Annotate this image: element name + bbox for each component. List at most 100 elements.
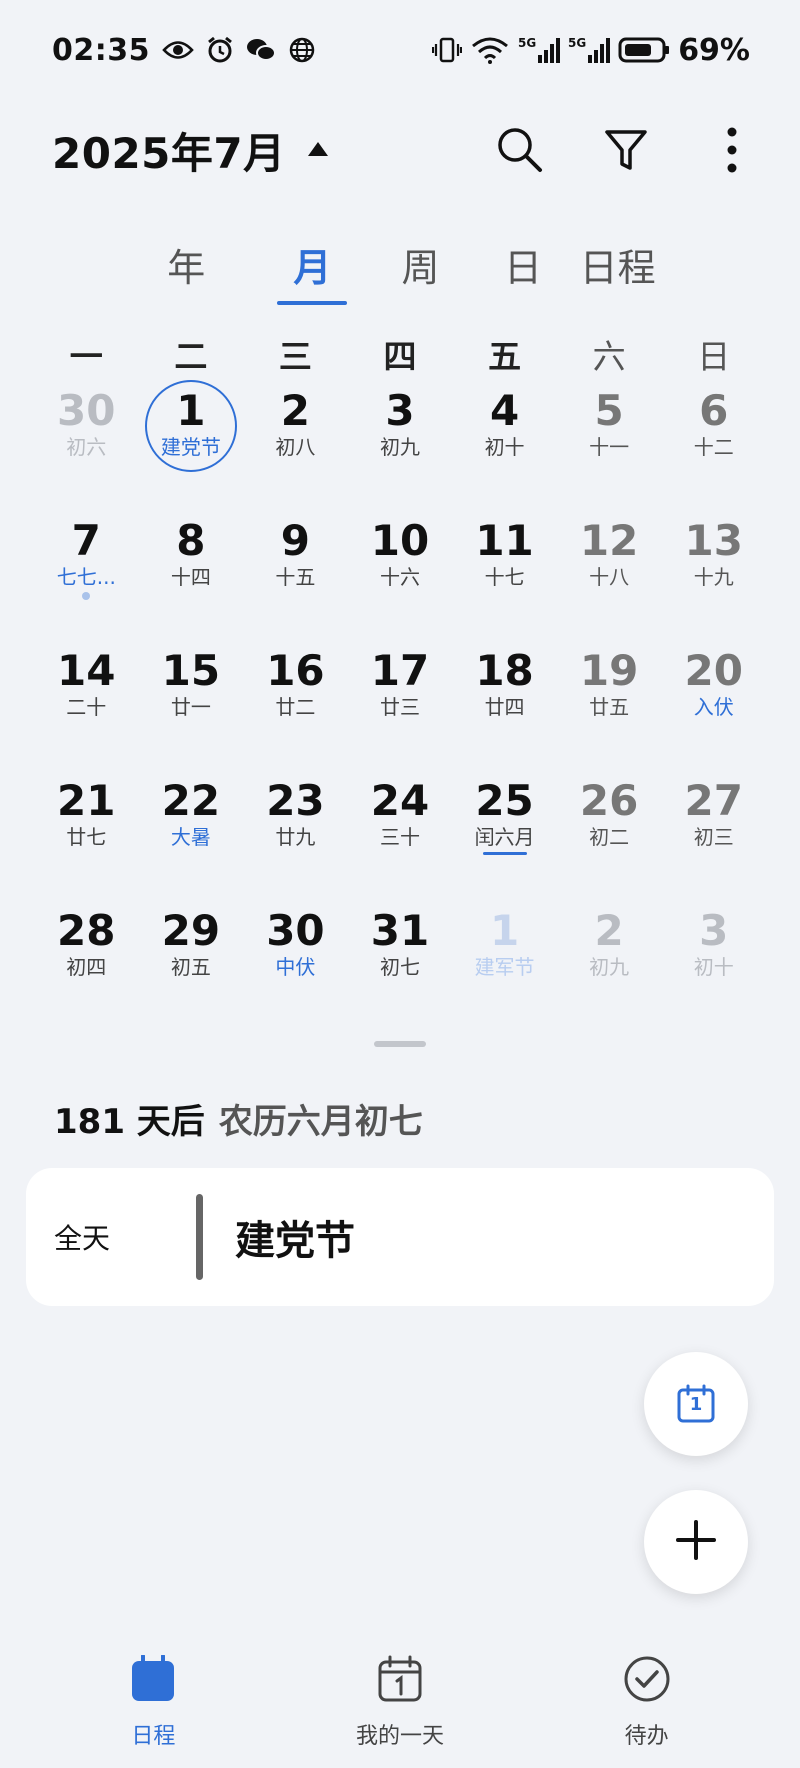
day-cell[interactable]: 1 建军节	[452, 902, 557, 1032]
tab-year[interactable]: 年	[150, 235, 222, 311]
day-cell[interactable]: 21 廿七	[34, 772, 139, 902]
day-lunar-label: 十四	[170, 565, 211, 589]
lunar-date-text: 农历六月初七	[218, 1102, 423, 1142]
day-number: 28	[57, 906, 116, 955]
nav-todo[interactable]: 待办	[523, 1648, 770, 1758]
day-cell[interactable]: 23 廿九	[243, 772, 348, 902]
event-title: 建党节	[235, 1218, 355, 1264]
day-cell[interactable]: 18 廿四	[452, 642, 557, 772]
day-cell[interactable]: 25 闰六月	[452, 772, 557, 902]
day-number: 14	[57, 646, 116, 695]
day-lunar-label: 初九	[589, 955, 630, 979]
day-number: 16	[266, 646, 325, 695]
event-dot	[82, 592, 91, 600]
day-cell[interactable]: 20 入伏	[661, 642, 766, 772]
signal-5g-icon-2: 5G	[568, 35, 611, 65]
day-lunar-label: 十七	[484, 565, 525, 589]
day-cell[interactable]: 17 廿三	[348, 642, 453, 772]
day-number: 29	[161, 906, 221, 955]
day-cell[interactable]: 28 初四	[34, 902, 139, 1032]
day-number: 15	[161, 646, 221, 695]
day-cell[interactable]: 19 廿五	[557, 642, 662, 772]
day-number: 17	[370, 646, 430, 695]
day-lunar-label: 建军节	[474, 955, 535, 979]
search-icon[interactable]	[492, 122, 548, 178]
day-lunar-label: 廿五	[589, 695, 630, 719]
day-lunar-label: 十五	[275, 565, 316, 589]
filter-icon[interactable]	[598, 122, 654, 178]
day-number: 2	[280, 386, 311, 435]
battery-icon	[618, 36, 670, 64]
day-number: 2	[594, 906, 624, 955]
weekday-label: 三	[278, 337, 312, 376]
day-cell[interactable]: 22 大暑	[139, 772, 244, 902]
day-cell[interactable]: 30 初六	[34, 382, 139, 512]
wechat-icon	[246, 37, 276, 63]
day-lunar-label: 七七...	[56, 565, 116, 589]
bottom-nav: 日程 我的一天 待办	[0, 1648, 800, 1758]
nav-agenda[interactable]: 日程	[30, 1648, 277, 1758]
day-cell[interactable]: 29 初五	[139, 902, 244, 1032]
day-number: 7	[71, 516, 101, 565]
day-cell[interactable]: 6 十二	[661, 382, 766, 512]
day-lunar-label: 初八	[275, 435, 316, 459]
day-lunar-label: 三十	[379, 825, 420, 849]
day-cell[interactable]: 27 初三	[661, 772, 766, 902]
day-number: 13	[684, 516, 743, 565]
day-cell[interactable]: 13 十九	[661, 512, 766, 642]
weekday-header: 一 二 三 四 五 六 日	[34, 330, 766, 378]
day-cell[interactable]: 8 十四	[139, 512, 244, 642]
go-to-today-button[interactable]: 1	[644, 1352, 748, 1456]
day-lunar-label: 廿四	[484, 695, 525, 719]
day-number: 12	[579, 516, 639, 565]
nav-label: 日程	[131, 1724, 176, 1749]
app-header: 2025年7月	[0, 110, 800, 190]
add-event-button[interactable]	[644, 1490, 748, 1594]
day-cell[interactable]: 26 初二	[557, 772, 662, 902]
nav-label: 待办	[624, 1724, 669, 1749]
day-lunar-label: 初五	[170, 955, 211, 979]
day-cell-today[interactable]: 1 建党节	[139, 380, 244, 512]
day-cell[interactable]: 16 廿二	[243, 642, 348, 772]
tab-month[interactable]: 月	[250, 235, 374, 311]
tab-agenda[interactable]: 日程	[565, 235, 670, 311]
day-number: 25	[475, 776, 534, 825]
day-number: 5	[594, 386, 624, 435]
day-cell[interactable]: 9 十五	[243, 512, 348, 642]
tab-day[interactable]: 日	[487, 235, 559, 311]
day-cell[interactable]: 2 初九	[557, 902, 662, 1032]
day-cell[interactable]: 24 三十	[348, 772, 453, 902]
day-cell[interactable]: 3 初十	[661, 902, 766, 1032]
day-lunar-label: 初十	[693, 955, 734, 979]
day-cell[interactable]: 14 二十	[34, 642, 139, 772]
day-cell[interactable]: 11 十七	[452, 512, 557, 642]
caret-up-icon[interactable]	[306, 140, 330, 160]
nav-my-day[interactable]: 我的一天	[277, 1648, 524, 1758]
day-number: 23	[266, 776, 325, 825]
day-number: 30	[266, 906, 325, 955]
more-options-icon[interactable]	[704, 122, 760, 178]
drag-handle[interactable]	[374, 1041, 426, 1047]
day-cell[interactable]: 3 初九	[348, 382, 453, 512]
weekday-label: 六	[592, 337, 626, 376]
day-number: 11	[475, 516, 534, 565]
day-cell[interactable]: 7 七七...	[34, 512, 139, 642]
weekday-label: 二	[174, 337, 208, 376]
day-cell[interactable]: 31 初七	[348, 902, 453, 1032]
day-number: 24	[370, 776, 430, 825]
event-card[interactable]: 全天 建党节	[26, 1168, 774, 1306]
day-number: 20	[684, 646, 743, 695]
day-number: 8	[176, 516, 206, 565]
day-cell[interactable]: 15 廿一	[139, 642, 244, 772]
day-cell[interactable]: 5 十一	[557, 382, 662, 512]
day-number: 1	[489, 906, 520, 955]
day-cell[interactable]: 2 初八	[243, 382, 348, 512]
day-lunar-label: 廿七	[66, 825, 107, 849]
day-lunar-label: 初七	[379, 955, 420, 979]
day-cell[interactable]: 30 中伏	[243, 902, 348, 1032]
day-cell[interactable]: 4 初十	[452, 382, 557, 512]
day-cell[interactable]: 12 十八	[557, 512, 662, 642]
tab-week[interactable]: 周	[384, 235, 456, 311]
month-title[interactable]: 2025年7月	[52, 120, 286, 181]
day-cell[interactable]: 10 十六	[348, 512, 453, 642]
